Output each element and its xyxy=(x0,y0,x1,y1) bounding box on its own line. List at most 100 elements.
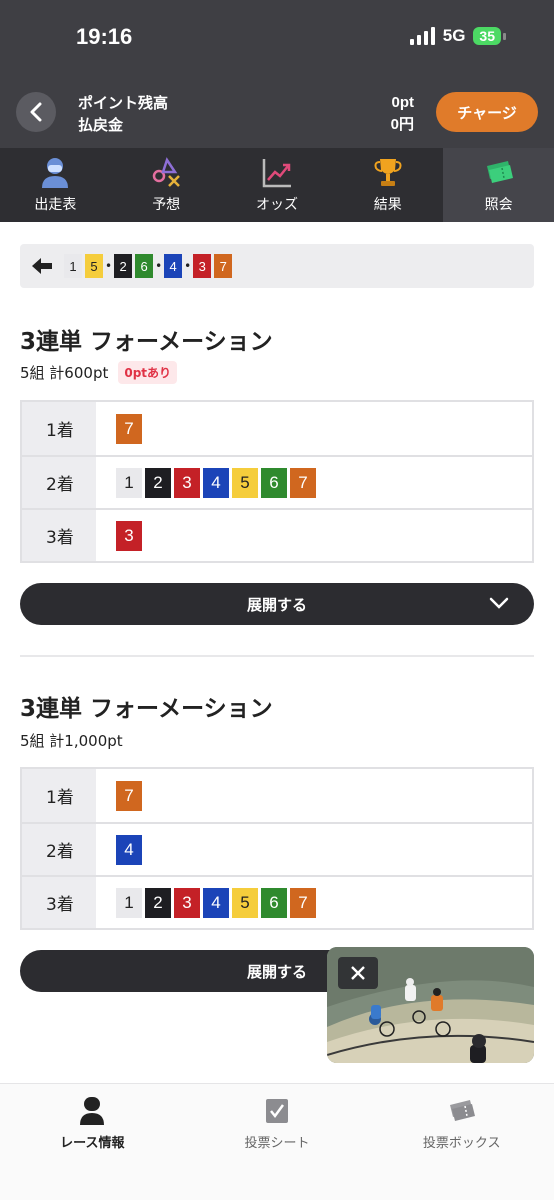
formation-table: 1着 7 2着 4 3着 1 2 3 4 5 6 7 xyxy=(20,767,534,930)
tab-label: オッズ xyxy=(255,197,298,213)
nav-race-info[interactable]: レース情報 xyxy=(0,1084,185,1200)
separator-dot: • xyxy=(155,259,163,273)
race-video-player[interactable] xyxy=(327,947,534,1063)
expand-button[interactable]: 展開する xyxy=(20,583,534,625)
bike-number-5: 5 xyxy=(232,467,258,498)
bet-title: 3連単 フォーメーション xyxy=(20,696,273,722)
close-video-button[interactable] xyxy=(338,957,378,989)
separator-dot: • xyxy=(184,259,192,273)
bike-number-6: 6 xyxy=(261,467,287,498)
close-icon xyxy=(351,966,365,980)
bike-number-6: 6 xyxy=(135,254,154,278)
tab-inquiry[interactable]: 照会 xyxy=(443,148,554,222)
network-type: 5G xyxy=(442,26,466,45)
position-numbers: 1234567 xyxy=(96,457,532,508)
position-label: 2着 xyxy=(22,457,96,508)
tab-odds[interactable]: オッズ xyxy=(222,148,333,222)
bike-number-6: 6 xyxy=(261,887,287,918)
bike-number-1: 1 xyxy=(64,254,82,278)
app-header: 19:16 5G 35 ポイント残高 払戻金 0pt 0円 チャージ xyxy=(0,0,554,148)
status-indicators: 5G 35 xyxy=(409,26,506,46)
combination-chips: 1 5 • 2 6 • 4 • 3 7 xyxy=(64,254,233,278)
bike-number-1: 1 xyxy=(116,467,142,498)
charge-button[interactable]: チャージ xyxy=(436,92,538,132)
tab-label: 出走表 xyxy=(34,197,77,213)
odds-chart-icon xyxy=(262,159,291,188)
bet-combination-bar: 1 5 • 2 6 • 4 • 3 7 xyxy=(20,244,534,288)
bike-number-4: 4 xyxy=(116,834,142,865)
position-label: 1着 xyxy=(22,769,96,822)
bike-number-1: 1 xyxy=(116,887,142,918)
bet-summary-row: 5組 計600pt 0ptあり xyxy=(20,361,178,384)
trophy-icon xyxy=(374,159,402,186)
tab-results[interactable]: 結果 xyxy=(332,148,443,222)
bike-number-5: 5 xyxy=(85,254,103,278)
nav-vote-box[interactable]: 投票ボックス xyxy=(369,1084,554,1200)
bike-number-7: 7 xyxy=(116,413,142,444)
bike-number-3: 3 xyxy=(174,887,200,918)
table-row: 2着 1 2 3 4 5 6 7 xyxy=(22,455,532,508)
bike-number-2: 2 xyxy=(145,467,171,498)
bet-summary: 5組 計600pt xyxy=(20,364,109,382)
point-balance-label: ポイント残高 xyxy=(78,94,169,112)
prediction-icon xyxy=(152,157,181,187)
bike-number-3: 3 xyxy=(193,254,212,278)
position-numbers: 7 xyxy=(96,769,532,822)
payout-label: 払戻金 xyxy=(78,116,124,134)
chevron-down-icon xyxy=(489,597,509,609)
position-numbers: 4 xyxy=(96,824,532,875)
bike-number-3: 3 xyxy=(174,467,200,498)
status-time: 19:16 xyxy=(76,24,133,49)
bike-number-3: 3 xyxy=(116,520,142,551)
bike-number-7: 7 xyxy=(214,254,233,278)
racer-icon xyxy=(42,158,69,188)
race-info-icon xyxy=(80,1097,105,1125)
bike-number-7: 7 xyxy=(290,887,316,918)
nav-label: 投票シート xyxy=(244,1136,310,1151)
tab-label: 結果 xyxy=(373,197,402,213)
payout-value: 0円 xyxy=(390,116,414,133)
bike-number-2: 2 xyxy=(114,254,133,278)
position-numbers: 1234567 xyxy=(96,877,532,928)
position-label: 3着 xyxy=(22,510,96,561)
bike-number-2: 2 xyxy=(145,887,171,918)
bike-number-7: 7 xyxy=(116,780,142,811)
nav-label: レース情報 xyxy=(60,1136,125,1151)
table-row: 1着 7 xyxy=(22,402,532,455)
tab-label: 照会 xyxy=(484,197,513,213)
arrow-left-icon[interactable] xyxy=(30,256,54,276)
point-balance-value: 0pt xyxy=(391,94,415,111)
position-numbers: 7 xyxy=(96,402,532,455)
table-row: 3着 1 2 3 4 5 6 7 xyxy=(22,875,532,928)
zero-point-badge: 0ptあり xyxy=(118,361,178,384)
position-label: 3着 xyxy=(22,877,96,928)
vote-box-icon xyxy=(449,1100,475,1121)
tab-prediction[interactable]: 予想 xyxy=(111,148,222,222)
expand-label: 展開する xyxy=(246,962,307,981)
chevron-left-icon xyxy=(30,102,42,122)
section-divider xyxy=(20,655,534,657)
bottom-navigation: レース情報 投票シート 投票ボックス xyxy=(0,1083,554,1200)
bet-title: 3連単 フォーメーション xyxy=(20,329,273,355)
position-numbers: 3 xyxy=(96,510,532,561)
formation-table: 1着 7 2着 1 2 3 4 5 6 7 3着 3 xyxy=(20,400,534,563)
bet-summary-row: 5組 計1,000pt xyxy=(20,730,123,751)
tab-entries[interactable]: 出走表 xyxy=(0,148,111,222)
separator-dot: • xyxy=(105,259,113,273)
expand-label: 展開する xyxy=(246,595,307,614)
balance-values: 0pt 0円 xyxy=(391,92,414,136)
table-row: 3着 3 xyxy=(22,508,532,561)
table-row: 2着 4 xyxy=(22,822,532,875)
nav-vote-sheet[interactable]: 投票シート xyxy=(185,1084,370,1200)
tab-label: 予想 xyxy=(152,197,181,213)
battery-level: 35 xyxy=(473,27,501,45)
table-row: 1着 7 xyxy=(22,769,532,822)
bike-number-4: 4 xyxy=(203,467,229,498)
bike-number-4: 4 xyxy=(203,887,229,918)
nav-label: 投票ボックス xyxy=(422,1136,501,1151)
position-label: 2着 xyxy=(22,824,96,875)
back-button[interactable] xyxy=(16,92,56,132)
battery-icon: 35 xyxy=(473,27,506,45)
vote-sheet-icon xyxy=(266,1099,288,1123)
bike-number-5: 5 xyxy=(232,887,258,918)
